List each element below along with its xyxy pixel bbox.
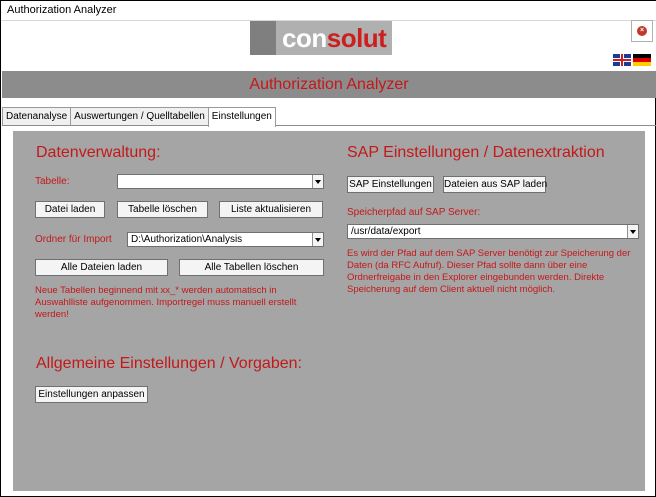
adjust-settings-button[interactable]: Einstellungen anpassen (35, 386, 148, 403)
table-label: Tabelle: (35, 176, 70, 187)
chevron-down-icon[interactable] (627, 225, 638, 238)
tab-bar: Datenanalyse Auswertungen / Quelltabelle… (2, 107, 276, 127)
english-flag-icon[interactable] (613, 54, 631, 66)
storage-path-select[interactable]: /usr/data/export (347, 224, 639, 239)
delete-table-button[interactable]: Tabelle löschen (117, 201, 208, 218)
logo-text-solut: solut (326, 22, 387, 53)
chevron-down-icon[interactable] (312, 175, 323, 188)
banner-title: Authorization Analyzer (249, 75, 409, 93)
data-management-heading: Datenverwaltung: (36, 144, 161, 161)
sap-settings-button[interactable]: SAP Einstellungen (347, 176, 434, 193)
tab-einstellungen[interactable]: Einstellungen (207, 107, 276, 127)
import-folder-label: Ordner für Import (35, 234, 112, 245)
tab-datenanalyse[interactable]: Datenanalyse (2, 107, 72, 126)
title-bar: Authorization Analyzer (1, 1, 656, 21)
storage-path-value: /usr/data/export (351, 226, 421, 237)
consolut-logo: con solut (250, 21, 413, 55)
delete-all-tables-button[interactable]: Alle Tabellen löschen (179, 259, 324, 276)
general-settings-heading: Allgemeine Einstellungen / Vorgaben: (36, 355, 302, 372)
tab-auswertungen[interactable]: Auswertungen / Quelltabellen (70, 107, 209, 126)
new-tables-note: Neue Tabellen beginnend mit xx_* werden … (35, 285, 297, 320)
storage-path-label: Speicherpfad auf SAP Server: (347, 207, 481, 218)
window-title: Authorization Analyzer (7, 4, 117, 16)
storage-path-note: Es wird der Pfad auf dem SAP Server benö… (347, 248, 631, 295)
refresh-list-button[interactable]: Liste aktualisieren (219, 201, 323, 218)
app-window: Authorization Analyzer con solut × Author… (0, 0, 656, 497)
load-file-button[interactable]: Datei laden (35, 201, 105, 218)
logo-gray-block (250, 21, 276, 55)
close-icon: × (637, 26, 647, 36)
import-folder-value: D:\Authorization\Analysis (131, 234, 243, 245)
load-all-files-button[interactable]: Alle Dateien laden (35, 259, 168, 276)
settings-panel: Datenverwaltung: Tabelle: Datei laden Ta… (13, 131, 645, 491)
title-banner: Authorization Analyzer (2, 71, 656, 98)
header: con solut (2, 21, 656, 71)
chevron-down-icon[interactable] (312, 233, 323, 246)
table-select[interactable] (117, 174, 324, 189)
sap-heading: SAP Einstellungen / Datenextraktion (347, 144, 605, 161)
close-button[interactable]: × (631, 20, 653, 42)
import-folder-select[interactable]: D:\Authorization\Analysis (127, 232, 324, 247)
logo-wordmark: con solut (276, 21, 393, 55)
logo-text-con: con (282, 22, 327, 53)
load-from-sap-button[interactable]: Dateien aus SAP laden (443, 176, 547, 193)
german-flag-icon[interactable] (633, 54, 651, 66)
